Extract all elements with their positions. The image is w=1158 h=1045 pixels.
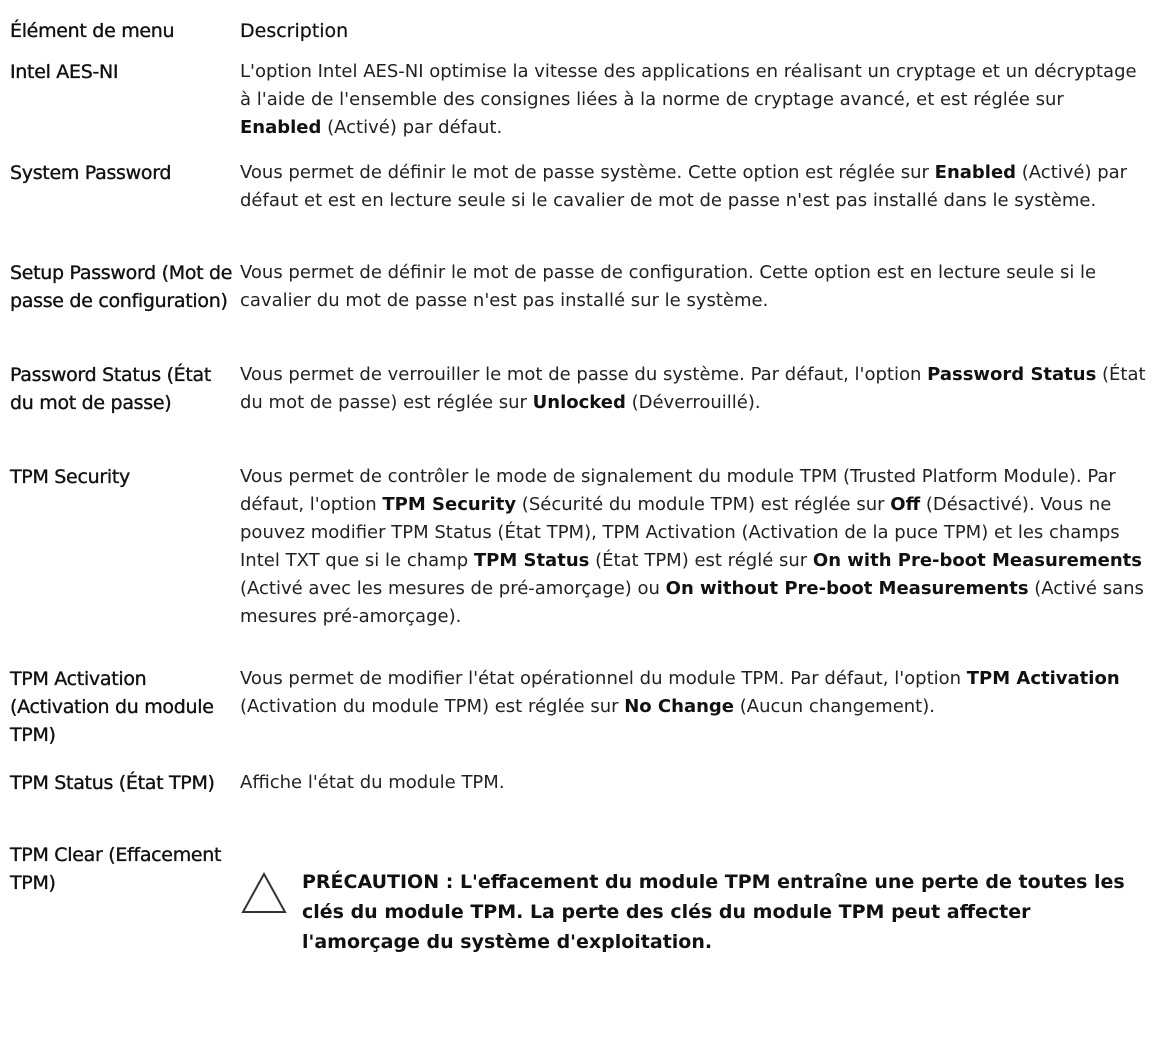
header-description: Description — [240, 20, 349, 42]
table-row: TPM Security Vous permet de contrôler le… — [10, 463, 1150, 665]
description-text: (Sécurité du module TPM) est réglée sur — [516, 494, 891, 515]
bold-term: No Change — [624, 696, 735, 717]
menu-item-description: Vous permet de verrouiller le mot de pas… — [240, 361, 1150, 463]
description-text: Vous permet de définir le mot de passe d… — [240, 262, 1097, 311]
menu-item-description: Vous permet de définir le mot de passe d… — [240, 259, 1150, 361]
table-row: Password Status (État du mot de passe) V… — [10, 361, 1150, 463]
table-header: Élément de menu Description — [10, 16, 1150, 58]
caution-text: PRÉCAUTION : L'effacement du module TPM … — [302, 871, 1125, 953]
menu-table: Élément de menu Description Intel AES-NI… — [10, 16, 1150, 957]
description-text: (Activé avec les mesures de pré-amorçage… — [240, 578, 666, 599]
menu-item-description: Vous permet de modifier l'état opération… — [240, 665, 1150, 769]
table-row: Intel AES-NI L'option Intel AES-NI optim… — [10, 58, 1150, 159]
bold-term: TPM Status — [473, 550, 590, 571]
description-text: L'option Intel AES-NI optimise la vitess… — [240, 61, 1137, 110]
menu-item-description: Affiche l'état du module TPM. — [240, 769, 1150, 841]
bold-term: On with Pre-boot Measurements — [812, 550, 1142, 571]
description-text: (Activé) par défaut. — [321, 117, 503, 138]
warning-triangle-icon — [241, 871, 287, 913]
menu-item-name: TPM Security — [10, 466, 131, 488]
description-text: (Aucun changement). — [734, 696, 935, 717]
description-text: (État TPM) est réglé sur — [589, 550, 813, 571]
table-row: System Password Vous permet de définir l… — [10, 159, 1150, 259]
bold-term: Password Status — [927, 364, 1097, 385]
bold-term: Unlocked — [532, 392, 626, 413]
bold-term: TPM Activation — [966, 668, 1120, 689]
table-row: TPM Status (État TPM) Affiche l'état du … — [10, 769, 1150, 841]
menu-item-name: Setup Password (Mot de passe de configur… — [10, 262, 233, 312]
menu-item-name: Password Status (État du mot de passe) — [10, 364, 212, 414]
bold-term: Enabled — [934, 162, 1017, 183]
table-row: Setup Password (Mot de passe de configur… — [10, 259, 1150, 361]
menu-item-name: TPM Status (État TPM) — [10, 772, 215, 794]
menu-item-name: TPM Activation (Activation du module TPM… — [10, 668, 214, 746]
menu-item-description: Vous permet de définir le mot de passe s… — [240, 159, 1150, 259]
caution-notice: PRÉCAUTION : L'effacement du module TPM … — [240, 867, 1150, 957]
bold-term: Off — [890, 494, 921, 515]
table-row: TPM Clear (Effacement TPM) PRÉCAUTION : … — [10, 841, 1150, 957]
menu-item-description: PRÉCAUTION : L'effacement du module TPM … — [240, 841, 1150, 957]
header-menu-item: Élément de menu — [10, 20, 175, 42]
description-text: Vous permet de modifier l'état opération… — [240, 668, 967, 689]
table-row: TPM Activation (Activation du module TPM… — [10, 665, 1150, 769]
description-text: Affiche l'état du module TPM. — [240, 772, 505, 793]
description-text: Vous permet de définir le mot de passe s… — [240, 162, 935, 183]
description-text: (Déverrouillé). — [625, 392, 761, 413]
menu-item-description: L'option Intel AES-NI optimise la vitess… — [240, 58, 1150, 159]
menu-item-description: Vous permet de contrôler le mode de sign… — [240, 463, 1150, 665]
document-page: Élément de menu Description Intel AES-NI… — [0, 0, 1158, 1045]
bold-term: On without Pre-boot Measurements — [665, 578, 1029, 599]
description-text: (Activation du module TPM) est réglée su… — [240, 696, 625, 717]
bold-term: TPM Security — [382, 494, 517, 515]
menu-item-name: System Password — [10, 162, 172, 184]
menu-item-name: Intel AES-NI — [10, 61, 119, 83]
menu-item-name: TPM Clear (Effacement TPM) — [10, 844, 222, 894]
bold-term: Enabled — [240, 117, 322, 138]
description-text: Vous permet de verrouiller le mot de pas… — [240, 364, 928, 385]
